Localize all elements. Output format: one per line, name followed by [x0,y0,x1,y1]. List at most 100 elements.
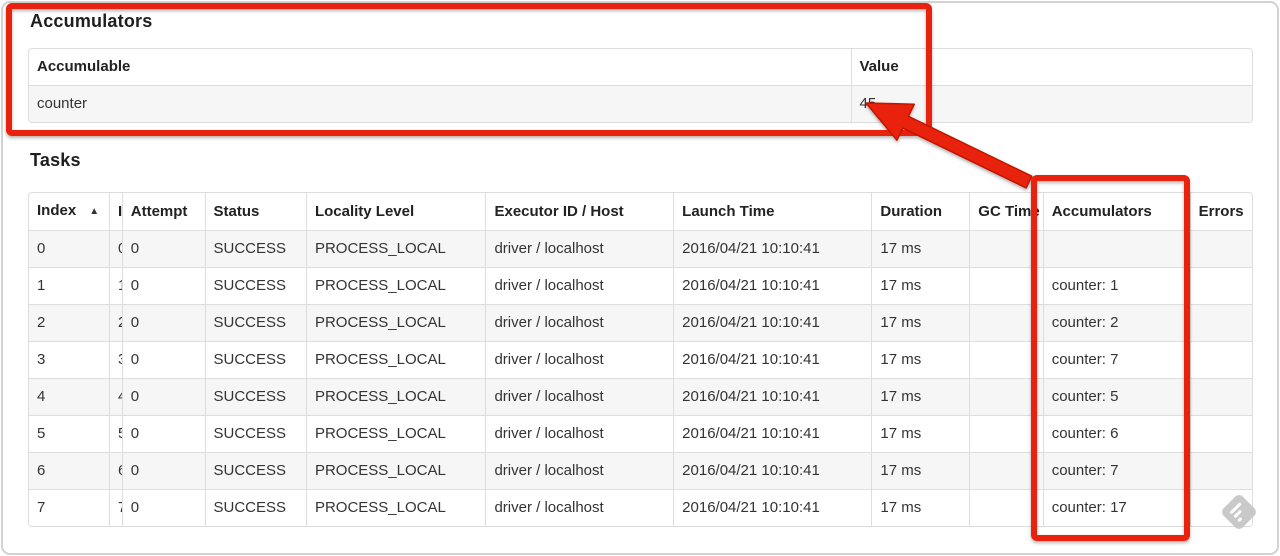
cell-attempt: 0 [121,267,206,305]
cell-accumulable: counter [29,85,851,122]
cell-accumulators [1042,230,1191,268]
table-row: 440SUCCESSPROCESS_LOCALdriver / localhos… [29,378,1252,416]
cell-id: 5 [108,415,123,453]
cell-gc-time [969,341,1044,379]
col-header-index[interactable]: Index ▲ [29,193,110,231]
table-row: 770SUCCESSPROCESS_LOCALdriver / localhos… [29,489,1252,526]
cell-launch-time: 2016/04/21 10:10:41 [673,378,872,416]
cell-errors [1189,341,1252,379]
cell-duration: 17 ms [871,415,970,453]
table-row: 660SUCCESSPROCESS_LOCALdriver / localhos… [29,452,1252,490]
cell-locality-level: PROCESS_LOCAL [305,452,486,490]
col-header-status[interactable]: Status [204,193,307,231]
cell-accumulators: counter: 2 [1042,304,1191,342]
cell-accumulators: counter: 6 [1042,415,1191,453]
cell-duration: 17 ms [871,267,970,305]
col-header-id[interactable]: ID [108,193,123,231]
cell-executor-id-host: driver / localhost [485,230,674,268]
header-row: Accumulable Value [29,49,1252,86]
cell-duration: 17 ms [871,378,970,416]
cell-attempt: 0 [121,304,206,342]
cell-gc-time [969,452,1044,490]
col-header-gc-time[interactable]: GC Time [969,193,1044,231]
cell-status: SUCCESS [204,378,307,416]
cell-duration: 17 ms [871,304,970,342]
table-row: counter 45 [29,85,1252,122]
cell-accumulators: counter: 17 [1042,489,1191,526]
cell-executor-id-host: driver / localhost [485,341,674,379]
col-header-executor-id-host[interactable]: Executor ID / Host [485,193,674,231]
col-header-locality-level[interactable]: Locality Level [305,193,486,231]
cell-accumulators: counter: 5 [1042,378,1191,416]
cell-index: 7 [29,489,110,526]
cell-status: SUCCESS [204,341,307,379]
cell-duration: 17 ms [871,489,970,526]
cell-gc-time [969,230,1044,268]
table-row: 110SUCCESSPROCESS_LOCALdriver / localhos… [29,267,1252,305]
cell-status: SUCCESS [204,452,307,490]
cell-executor-id-host: driver / localhost [485,267,674,305]
col-header-attempt[interactable]: Attempt [121,193,206,231]
table-row: 550SUCCESSPROCESS_LOCALdriver / localhos… [29,415,1252,453]
cell-duration: 17 ms [871,230,970,268]
sort-asc-icon: ▲ [89,206,100,217]
cell-errors [1189,267,1252,305]
cell-locality-level: PROCESS_LOCAL [305,415,486,453]
cell-id: 1 [108,267,123,305]
cell-launch-time: 2016/04/21 10:10:41 [673,489,872,526]
col-header-errors[interactable]: Errors [1189,193,1252,231]
col-header-accumulable[interactable]: Accumulable [29,49,851,86]
cell-id: 3 [108,341,123,379]
cell-status: SUCCESS [204,230,307,268]
col-header-value[interactable]: Value [850,49,1252,86]
header-row: Index▲ ID Attempt Status Locality Level … [29,193,1252,231]
cell-index: 6 [29,452,110,490]
cell-gc-time [969,267,1044,305]
cell-attempt: 0 [121,489,206,526]
col-header-launch-time[interactable]: Launch Time [673,193,872,231]
cell-index: 4 [29,378,110,416]
cell-executor-id-host: driver / localhost [485,489,674,526]
cell-locality-level: PROCESS_LOCAL [305,378,486,416]
cell-errors [1189,378,1252,416]
cell-gc-time [969,415,1044,453]
cell-status: SUCCESS [204,415,307,453]
cell-index: 1 [29,267,110,305]
cell-accumulators: counter: 7 [1042,452,1191,490]
cell-launch-time: 2016/04/21 10:10:41 [673,341,872,379]
tasks-section-title: Tasks [30,150,81,170]
cell-id: 7 [108,489,123,526]
cell-errors [1189,230,1252,268]
cell-attempt: 0 [121,341,206,379]
cell-attempt: 0 [121,415,206,453]
cell-gc-time [969,304,1044,342]
cell-status: SUCCESS [204,489,307,526]
cell-gc-time [969,489,1044,526]
cell-locality-level: PROCESS_LOCAL [305,304,486,342]
cell-launch-time: 2016/04/21 10:10:41 [673,452,872,490]
cell-locality-level: PROCESS_LOCAL [305,489,486,526]
cell-executor-id-host: driver / localhost [485,415,674,453]
cell-attempt: 0 [121,230,206,268]
cell-index: 0 [29,230,110,268]
cell-locality-level: PROCESS_LOCAL [305,341,486,379]
cell-attempt: 0 [121,378,206,416]
cell-status: SUCCESS [204,304,307,342]
cell-launch-time: 2016/04/21 10:10:41 [673,304,872,342]
cell-executor-id-host: driver / localhost [485,452,674,490]
cell-index: 3 [29,341,110,379]
cell-launch-time: 2016/04/21 10:10:41 [673,267,872,305]
cell-errors [1189,489,1252,526]
cell-locality-level: PROCESS_LOCAL [305,267,486,305]
table-row: 220SUCCESSPROCESS_LOCALdriver / localhos… [29,304,1252,342]
cell-gc-time [969,378,1044,416]
table-row: 330SUCCESSPROCESS_LOCALdriver / localhos… [29,341,1252,379]
table-row: 000SUCCESSPROCESS_LOCALdriver / localhos… [29,230,1252,268]
cell-accumulators: counter: 1 [1042,267,1191,305]
cell-id: 6 [108,452,123,490]
accumulators-table: Accumulable Value counter 45 [28,48,1253,123]
col-header-accumulators[interactable]: Accumulators [1042,193,1191,231]
cell-errors [1189,415,1252,453]
cell-errors [1189,452,1252,490]
col-header-duration[interactable]: Duration [871,193,970,231]
